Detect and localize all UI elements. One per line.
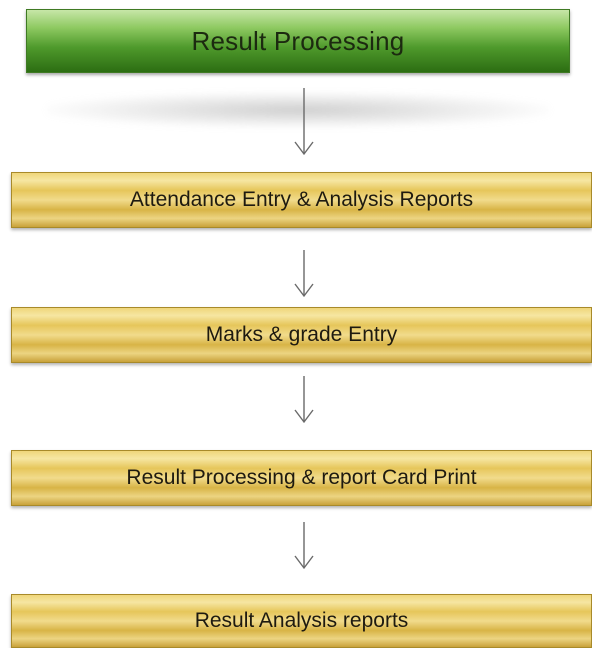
step-label-2: Marks & grade Entry — [205, 323, 398, 346]
step-box-3: Result Processing & report Card Print — [11, 450, 592, 506]
step-box-4: Result Analysis reports — [11, 594, 592, 648]
arrow-down-icon — [292, 88, 316, 156]
arrow-down-icon — [292, 522, 316, 570]
arrow-down-icon — [292, 250, 316, 298]
step-label-1: Attendance Entry & Analysis Reports — [129, 188, 474, 211]
step-box-2: Marks & grade Entry — [11, 307, 592, 363]
header-box: Result Processing — [26, 9, 570, 73]
header-label: Result Processing — [191, 25, 405, 56]
arrow-down-icon — [292, 376, 316, 424]
step-label-4: Result Analysis reports — [194, 609, 409, 632]
step-box-1: Attendance Entry & Analysis Reports — [11, 172, 592, 228]
step-label-3: Result Processing & report Card Print — [126, 466, 477, 489]
